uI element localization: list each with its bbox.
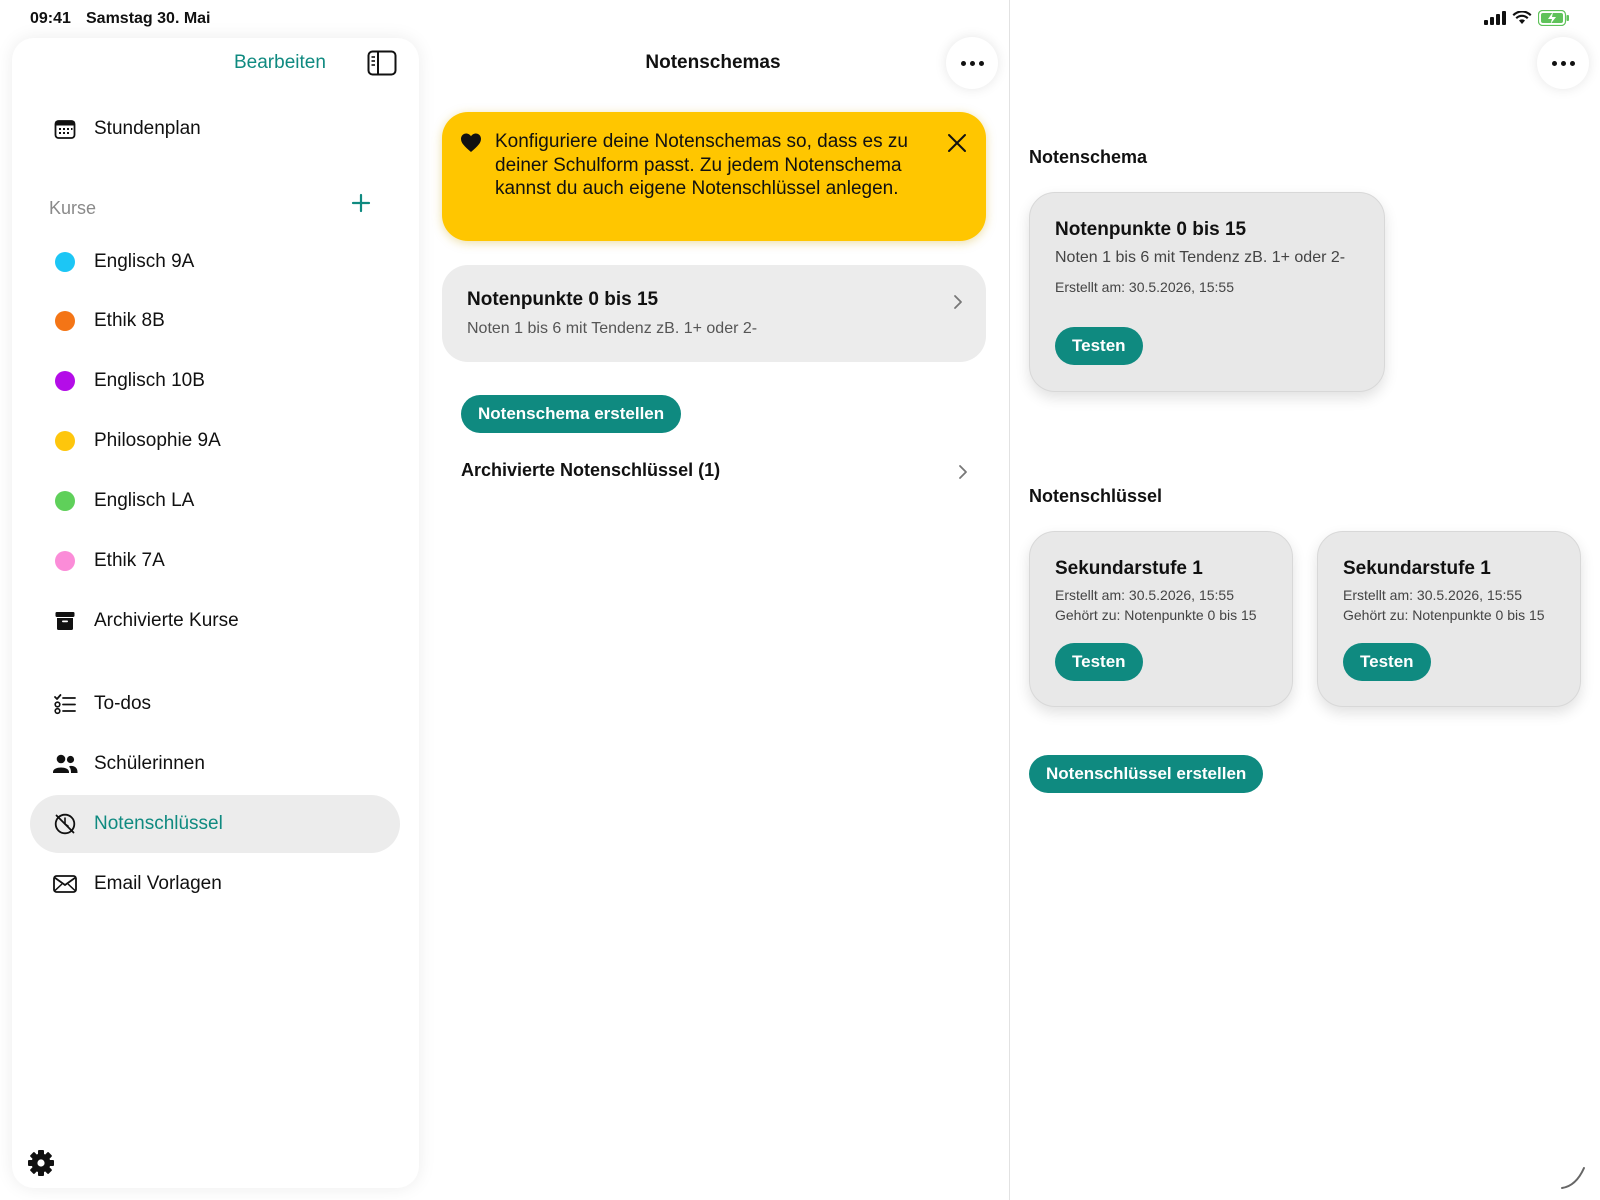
status-bar: 09:41 Samstag 30. Mai [0,0,1600,36]
courses-section-label: Kurse [49,198,97,218]
status-time: 09:41 [30,10,71,27]
course-color-dot [55,252,75,272]
key-tile[interactable]: Sekundarstufe 1 Erstellt am: 30.5.2026, … [1029,531,1293,707]
sidebar-item-label: Englisch 10B [94,370,205,391]
sidebar-item-course[interactable]: Ethik 7A [30,532,400,590]
schema-section-label: Notenschema [1029,147,1148,167]
sidebar-item-course[interactable]: Englisch 9A [30,233,400,291]
test-button[interactable]: Testen [1343,643,1431,681]
tile-created: Erstellt am: 30.5.2026, 15:55 [1055,279,1234,295]
archived-keys-label: Archivierte Notenschlüssel (1) [461,460,721,480]
more-dot [1551,60,1557,66]
gauge-off-icon [50,809,80,839]
course-color-dot [55,371,75,391]
archived-keys-link[interactable]: Archivierte Notenschlüssel (1) [461,458,971,488]
sidebar-item-course[interactable]: Philosophie 9A [30,412,400,470]
status-date: Samstag 30. Mai [86,10,211,27]
gear-icon[interactable] [26,1148,56,1178]
more-dot [1560,60,1566,66]
sidebar-item-course[interactable]: Englisch 10B [30,352,400,410]
pencil-hint-icon [1561,1167,1585,1189]
signal-icon [1484,11,1506,25]
column-divider [1009,0,1010,1200]
sidebar-item-notenschluessel[interactable]: Notenschlüssel [30,795,400,853]
tile-title: Sekundarstufe 1 [1343,558,1491,579]
sidebar-item-label: Englisch LA [94,490,195,511]
keys-section-label: Notenschlüssel [1029,486,1163,506]
heart-icon [461,133,481,152]
envelope-icon [50,869,80,899]
edit-button[interactable]: Bearbeiten [234,52,326,74]
sidebar: Bearbeiten Stundenplan Kurse Englisch 9A… [12,38,419,1188]
sidebar-item-label: Philosophie 9A [94,430,221,451]
tile-subtitle: Noten 1 bis 6 mit Tendenz zB. 1+ oder 2- [1055,249,1346,266]
more-dot [960,60,966,66]
test-button[interactable]: Testen [1055,327,1143,365]
course-color-dot [55,491,75,511]
page-title: Notenschemas [645,52,781,73]
status-icons [1484,10,1570,26]
create-schema-button[interactable]: Notenschema erstellen [461,395,682,433]
sidebar-item-course[interactable]: Englisch LA [30,472,400,530]
sidebar-item-stundenplan[interactable]: Stundenplan [30,100,400,158]
tile-belongs: Gehört zu: Notenpunkte 0 bis 15 [1343,607,1545,623]
sidebar-item-course[interactable]: Ethik 8B [30,292,400,350]
schema-subtitle: Noten 1 bis 6 mit Tendenz zB. 1+ oder 2- [467,320,758,337]
course-color-dot [55,311,75,331]
detail-more-button[interactable] [1537,37,1589,89]
tile-title: Sekundarstufe 1 [1055,558,1203,579]
banner-text: Konfiguriere deine Notenschemas so, dass… [495,131,908,199]
more-dot [1569,60,1575,66]
plus-icon[interactable] [348,190,374,216]
sidebar-item-label: To-dos [94,693,152,714]
sidebar-item-label: Englisch 9A [94,251,195,272]
sidebar-item-students[interactable]: Schülerinnen [30,735,400,793]
sidebar-item-label: Email Vorlagen [94,873,222,894]
checklist-icon [50,689,80,719]
course-color-dot [55,551,75,571]
sidebar-item-label: Ethik 8B [94,310,165,331]
sidebar-item-label: Stundenplan [94,118,201,139]
people-icon [50,749,80,779]
sidebar-toggle-icon[interactable] [367,50,397,76]
archive-box-icon [50,606,80,636]
chevron-right-icon [954,295,962,309]
key-tile[interactable]: Sekundarstufe 1 Erstellt am: 30.5.2026, … [1317,531,1581,707]
sidebar-item-todos[interactable]: To-dos [30,675,400,733]
create-key-button[interactable]: Notenschlüssel erstellen [1029,755,1264,793]
chevron-right-icon [959,465,967,479]
tile-created: Erstellt am: 30.5.2026, 15:55 [1343,587,1522,603]
tile-title: Notenpunkte 0 bis 15 [1055,219,1247,240]
schema-tile[interactable]: Notenpunkte 0 bis 15 Noten 1 bis 6 mit T… [1029,192,1385,392]
more-button[interactable] [946,37,998,89]
schema-title: Notenpunkte 0 bis 15 [467,289,659,310]
tile-created: Erstellt am: 30.5.2026, 15:55 [1055,587,1234,603]
schema-list-item[interactable]: Notenpunkte 0 bis 15 Noten 1 bis 6 mit T… [442,265,986,362]
sidebar-item-label: Schülerinnen [94,753,205,774]
calendar-icon [50,114,80,144]
sidebar-item-email-templates[interactable]: Email Vorlagen [30,855,400,913]
tile-belongs: Gehört zu: Notenpunkte 0 bis 15 [1055,607,1257,623]
sidebar-item-label: Notenschlüssel [94,813,223,834]
test-button[interactable]: Testen [1055,643,1143,681]
wifi-icon [1512,11,1532,24]
sidebar-item-archived-courses[interactable]: Archivierte Kurse [30,592,400,650]
sidebar-item-label: Ethik 7A [94,550,165,571]
more-dot [978,60,984,66]
sidebar-item-label: Archivierte Kurse [94,610,239,631]
battery-icon [1538,10,1569,26]
info-banner: Konfiguriere deine Notenschemas so, dass… [442,112,986,241]
close-icon[interactable] [946,132,968,154]
more-dot [969,60,975,66]
course-color-dot [55,431,75,451]
